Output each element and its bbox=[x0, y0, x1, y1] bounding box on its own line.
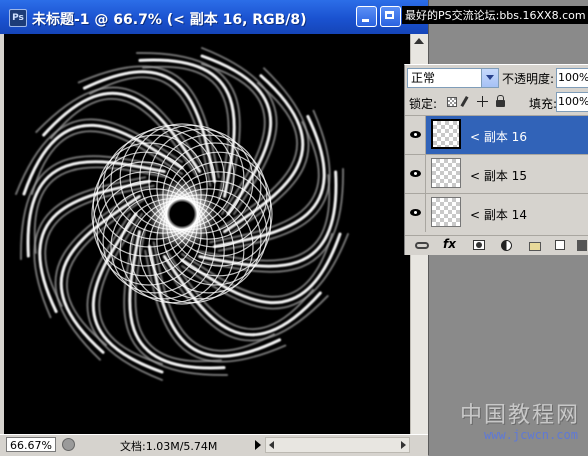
chevron-down-icon[interactable] bbox=[481, 69, 498, 87]
blend-mode-value: 正常 bbox=[411, 71, 436, 85]
eye-icon bbox=[410, 170, 421, 177]
watermark-url: www.jcwcn.com bbox=[484, 428, 578, 442]
spiral-stroke bbox=[128, 230, 226, 370]
scroll-left-arrow-icon[interactable] bbox=[269, 441, 274, 449]
forum-banner: 最好的PS交流论坛:bbs.16XX8.com bbox=[402, 6, 588, 24]
scroll-right-arrow-icon[interactable] bbox=[401, 441, 406, 449]
layer-name: < 副本 14 bbox=[470, 208, 527, 222]
opacity-label: 不透明度: bbox=[502, 72, 555, 86]
spiral-stroke bbox=[198, 170, 338, 268]
document-title-bar[interactable]: Ps 未标题-1 @ 66.7% (< 副本 16, RGB/8) bbox=[0, 0, 428, 34]
navigator-icon[interactable] bbox=[62, 438, 75, 451]
adjustment-layer-icon[interactable] bbox=[501, 240, 512, 251]
layer-row[interactable]: < 副本 14 bbox=[405, 193, 588, 232]
layer-style-fx-icon[interactable]: fx bbox=[443, 237, 459, 251]
visibility-toggle[interactable] bbox=[405, 116, 426, 154]
new-layer-icon[interactable] bbox=[555, 240, 565, 250]
lock-position-move-icon[interactable] bbox=[477, 96, 488, 107]
layer-thumbnail bbox=[431, 158, 461, 188]
lock-transparency-icon[interactable] bbox=[447, 97, 457, 107]
document-canvas[interactable] bbox=[4, 34, 410, 434]
lock-all-icon[interactable] bbox=[496, 95, 505, 107]
lock-fill-row: 锁定: 填充: 100% bbox=[405, 91, 588, 113]
document-window: Ps 未标题-1 @ 66.7% (< 副本 16, RGB/8) 66.67%… bbox=[0, 0, 429, 456]
layer-name: < 副本 15 bbox=[470, 169, 527, 183]
status-bar: 66.67% 文档:1.03M/5.74M bbox=[0, 434, 428, 456]
layer-thumbnail bbox=[431, 119, 461, 149]
blend-opacity-row: 正常 不透明度: 100% bbox=[405, 67, 588, 89]
fill-label: 填充: bbox=[529, 97, 558, 111]
scroll-up-arrow-icon[interactable] bbox=[414, 38, 424, 44]
watermark-title: 中国教程网 bbox=[460, 403, 581, 428]
photoshop-app-icon: Ps bbox=[9, 9, 27, 27]
zoom-field[interactable]: 66.67% bbox=[6, 437, 56, 452]
document-size-info: 文档:1.03M/5.74M bbox=[120, 440, 218, 453]
layer-row[interactable]: < 副本 16 bbox=[405, 115, 588, 154]
horizontal-scrollbar[interactable] bbox=[265, 437, 410, 453]
spiral-artwork bbox=[15, 47, 349, 381]
maximize-button[interactable] bbox=[380, 6, 401, 27]
layer-thumbnail bbox=[431, 197, 461, 227]
visibility-toggle[interactable] bbox=[405, 194, 426, 232]
status-menu-arrow-icon[interactable] bbox=[255, 440, 261, 450]
new-group-folder-icon[interactable] bbox=[529, 242, 541, 251]
layer-name: < 副本 16 bbox=[470, 130, 527, 144]
fill-input[interactable]: 100% bbox=[556, 92, 588, 112]
lock-label: 锁定: bbox=[409, 97, 438, 111]
spiral-stroke bbox=[138, 58, 236, 198]
eye-icon bbox=[410, 131, 421, 138]
blend-mode-select[interactable]: 正常 bbox=[407, 68, 499, 88]
lock-pixels-brush-icon[interactable] bbox=[460, 95, 469, 108]
spiral-core bbox=[148, 180, 216, 248]
layers-panel: 正常 不透明度: 100% 锁定: 填充: 100% < 副本 16 < 副本 … bbox=[404, 64, 588, 255]
visibility-toggle[interactable] bbox=[405, 155, 426, 193]
link-layers-icon[interactable] bbox=[415, 242, 429, 249]
opacity-input[interactable]: 100% bbox=[556, 68, 588, 88]
eye-icon bbox=[410, 209, 421, 216]
layers-bottom-toolbar: fx bbox=[405, 235, 588, 254]
layer-row[interactable]: < 副本 15 bbox=[405, 154, 588, 193]
minimize-button[interactable] bbox=[356, 6, 377, 27]
delete-layer-trash-icon[interactable] bbox=[577, 240, 587, 251]
add-mask-icon[interactable] bbox=[473, 240, 485, 250]
document-title: 未标题-1 @ 66.7% (< 副本 16, RGB/8) bbox=[32, 12, 307, 28]
